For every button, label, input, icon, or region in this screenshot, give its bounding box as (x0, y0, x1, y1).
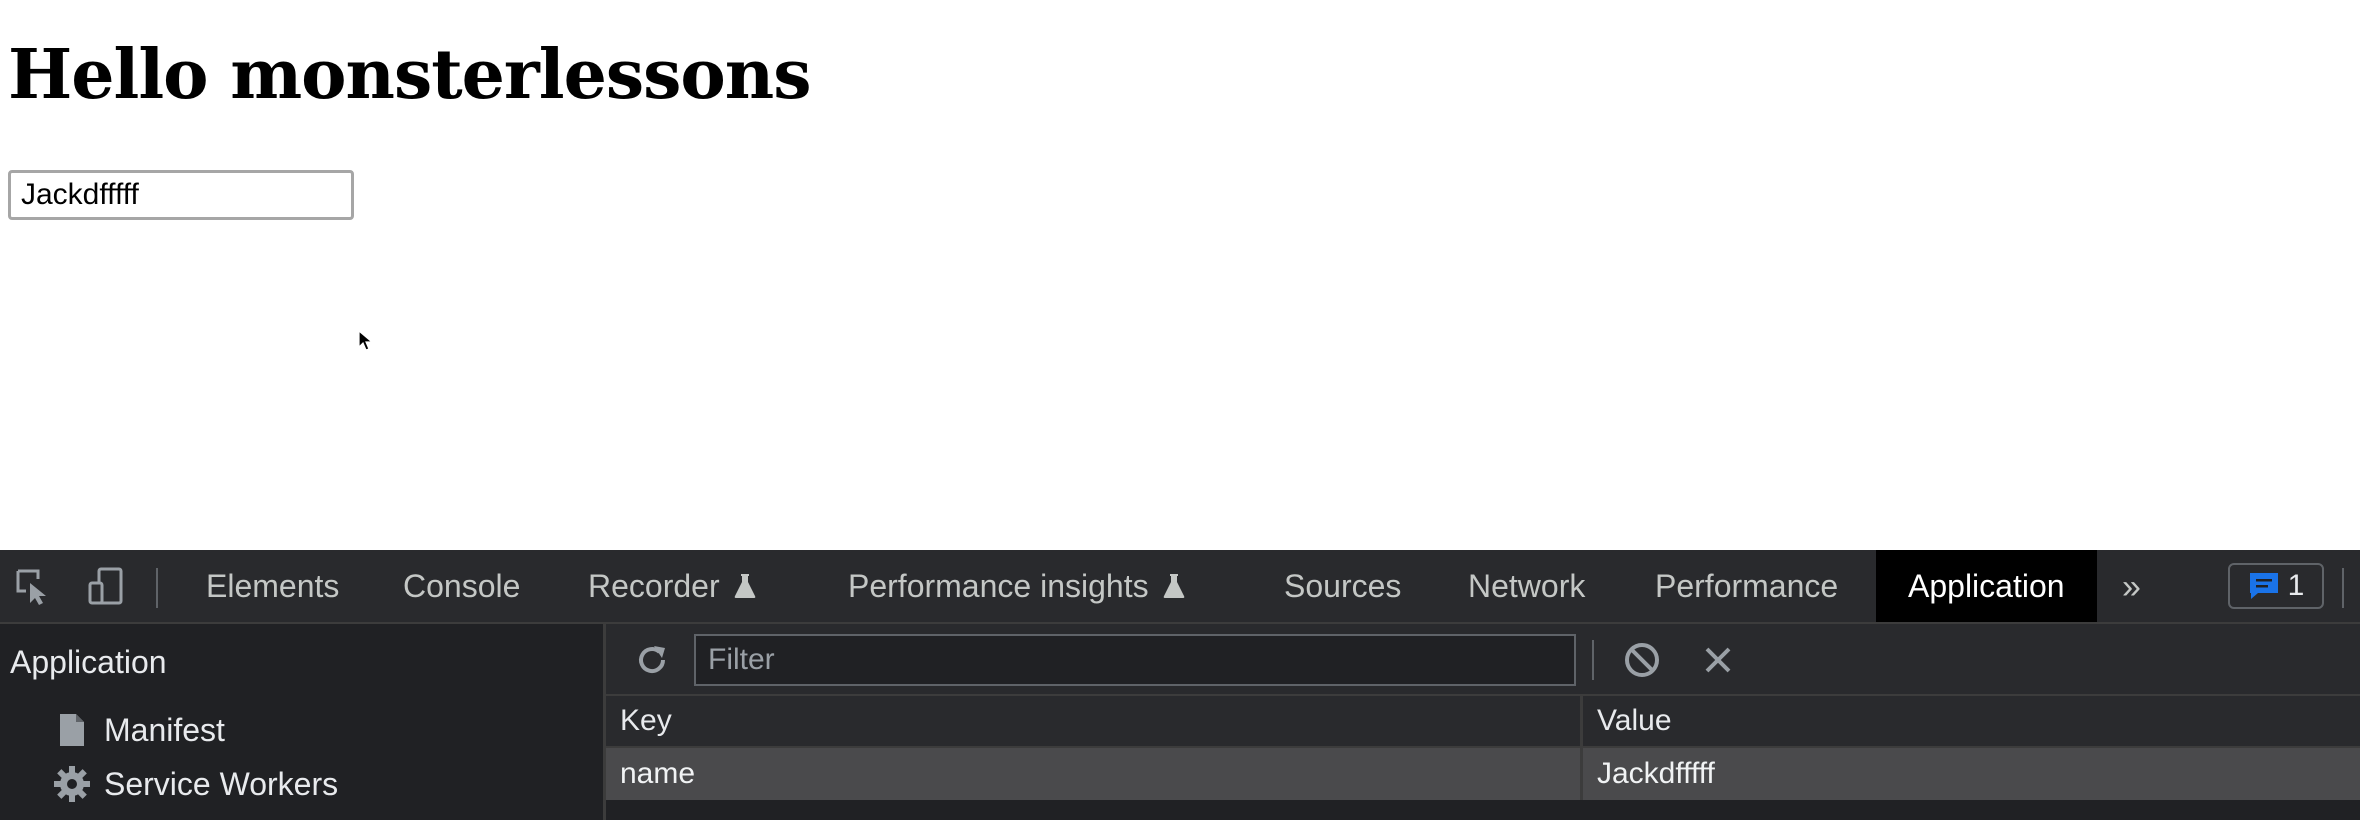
more-tabs-button[interactable]: » (2122, 568, 2141, 607)
storage-toolbar (606, 624, 2360, 696)
tab-performance[interactable]: Performance (1655, 550, 1838, 622)
devtools-panel: Elements Console Recorder Performance in… (0, 550, 2360, 820)
file-icon (52, 710, 92, 750)
page-viewport: Hello monsterlessons (0, 0, 2360, 550)
issues-count: 1 (2287, 569, 2305, 602)
experiment-flask-icon (1163, 574, 1184, 598)
inspect-element-icon[interactable] (12, 565, 56, 609)
devtools-tabbar: Elements Console Recorder Performance in… (0, 550, 2360, 624)
local-storage-panel: Key Value name Jackdfffff (606, 624, 2360, 820)
tab-sources[interactable]: Sources (1284, 550, 1401, 622)
toolbar-divider (1592, 640, 1594, 680)
row-key-cell[interactable]: name (606, 748, 1580, 800)
message-icon (2249, 573, 2278, 599)
tab-recorder[interactable]: Recorder (588, 550, 756, 622)
sidebar-item-label: Service Workers (104, 765, 339, 802)
toolbar-divider (156, 568, 158, 608)
experiment-flask-icon (734, 574, 755, 598)
block-icon (1625, 643, 1659, 677)
filter-input[interactable] (694, 634, 1576, 686)
mouse-cursor-icon (358, 330, 374, 351)
table-row[interactable]: name Jackdfffff (606, 748, 2360, 800)
name-input[interactable] (8, 170, 354, 220)
page-heading: Hello monsterlessons (8, 35, 811, 115)
tab-console[interactable]: Console (403, 550, 520, 622)
row-value-cell[interactable]: Jackdfffff (1580, 748, 2360, 800)
sidebar-heading[interactable]: Application (10, 644, 167, 681)
sidebar-item-label: Manifest (104, 711, 225, 748)
issues-counter-button[interactable]: 1 (2228, 563, 2324, 609)
tab-application[interactable]: Application (1876, 550, 2097, 622)
close-icon (1705, 647, 1731, 673)
delete-selected-button[interactable] (1696, 638, 1740, 682)
sidebar-item-manifest[interactable]: Manifest (52, 708, 225, 752)
device-toolbar-icon[interactable] (84, 565, 128, 609)
refresh-icon (639, 646, 666, 674)
table-header: Key Value (606, 696, 2360, 748)
clear-all-button[interactable] (1620, 638, 1664, 682)
column-header-value[interactable]: Value (1580, 696, 2360, 746)
tab-elements[interactable]: Elements (206, 550, 339, 622)
application-sidebar: Application Manifest Service Workers (0, 624, 606, 820)
gear-icon (52, 764, 92, 804)
column-header-key[interactable]: Key (606, 696, 1580, 746)
tab-performance-insights[interactable]: Performance insights (848, 550, 1185, 622)
chevron-double-right-icon: » (2122, 568, 2141, 606)
refresh-button[interactable] (630, 638, 674, 682)
sidebar-item-service-workers[interactable]: Service Workers (52, 762, 338, 806)
tab-network[interactable]: Network (1468, 550, 1585, 622)
toolbar-divider (2342, 568, 2344, 608)
